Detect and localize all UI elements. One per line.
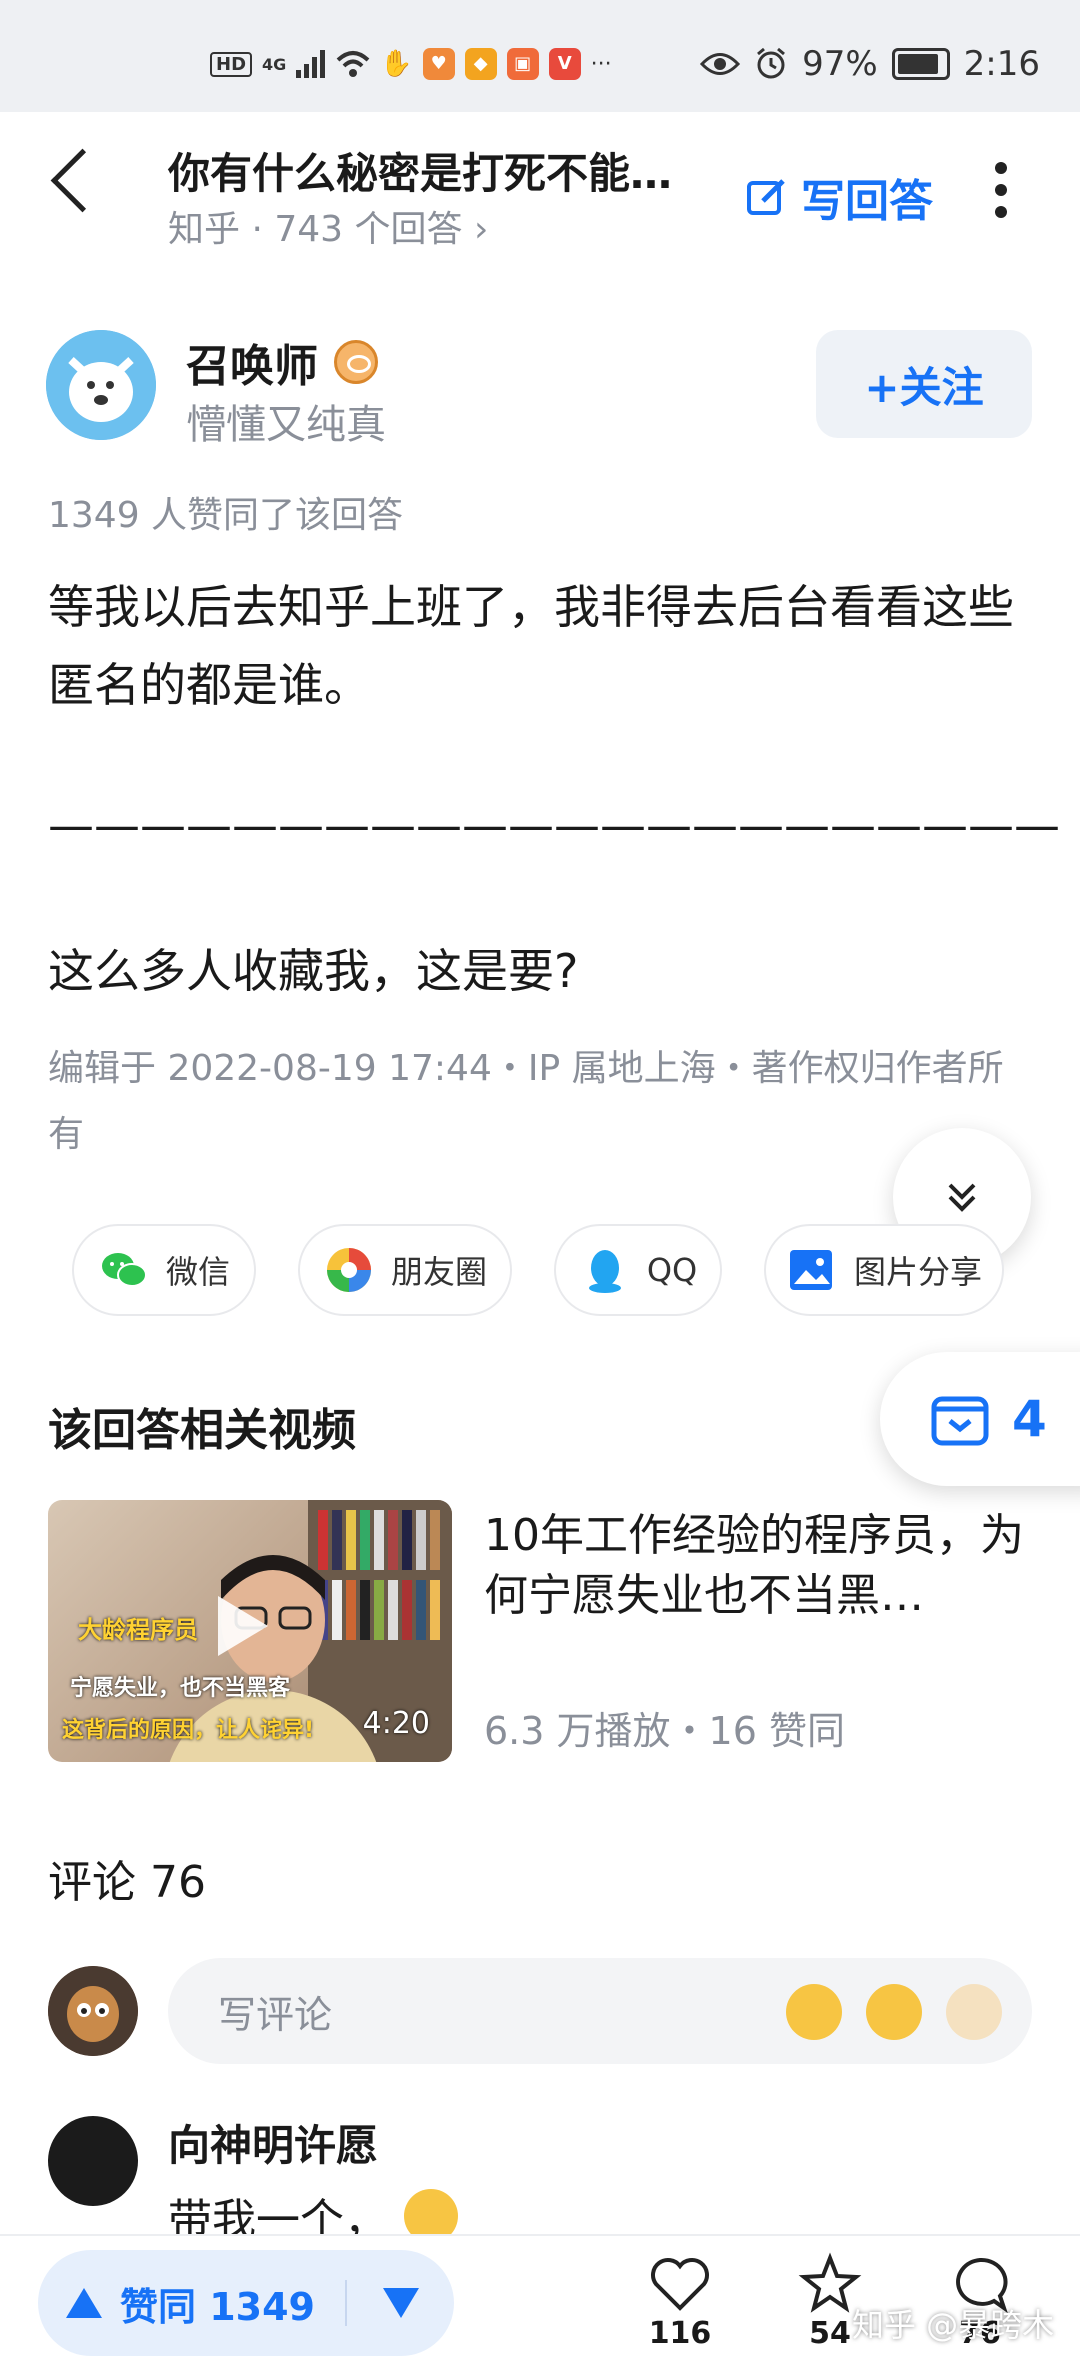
comment-avatar[interactable] xyxy=(48,2116,138,2206)
agree-count-line: 1349 人赞同了该回答 xyxy=(48,495,404,536)
video-duration: 4:20 xyxy=(362,1706,430,1741)
favorites-count: 4 xyxy=(1012,1390,1047,1448)
watermark: 知乎 @暴跨木 xyxy=(852,2306,1055,2344)
play-icon xyxy=(218,1596,268,1656)
upvote-button[interactable]: 赞同 1349 xyxy=(66,2276,315,2331)
answer-count: 743 个回答 xyxy=(274,209,463,250)
comment-author[interactable]: 向神明许愿 xyxy=(168,2112,378,2173)
source-label: 知乎 xyxy=(168,209,241,250)
moments-icon xyxy=(326,1248,371,1292)
my-avatar xyxy=(48,1966,138,2056)
thumb-caption: 大龄程序员 xyxy=(78,1616,198,1644)
answer-paragraph: 等我以后去知乎上班了，我非得去后台看看这些匿名的都是谁。 xyxy=(48,580,1014,712)
more-notifications-icon: ··· xyxy=(590,51,612,77)
alarm-icon xyxy=(757,47,786,79)
answer-paragraph: 这么多人收藏我，这是要? xyxy=(48,944,579,998)
app-notification-icon: ▣ xyxy=(506,48,539,80)
heart-icon xyxy=(651,2258,709,2311)
dog-emoji-icon[interactable] xyxy=(946,1984,1002,2040)
back-icon[interactable] xyxy=(50,148,115,213)
share-qq-button[interactable]: QQ xyxy=(554,1224,722,1316)
share-image-button[interactable]: 图片分享 xyxy=(764,1224,1004,1316)
author-avatar[interactable] xyxy=(46,330,156,440)
write-answer-button[interactable]: 写回答 xyxy=(745,165,933,229)
wechat-icon xyxy=(101,1253,147,1287)
follow-button[interactable]: +关注 xyxy=(816,330,1032,438)
comment-input[interactable]: 写评论 xyxy=(168,1958,1032,2064)
signal-icon xyxy=(296,50,326,78)
share-label: 朋友圈 xyxy=(390,1253,487,1291)
battery-percent: 97% xyxy=(802,44,878,84)
vote-divider xyxy=(345,2280,347,2326)
clock: 2:16 xyxy=(963,44,1040,84)
laugh-emoji-icon[interactable] xyxy=(786,1984,842,2040)
question-title[interactable]: 你有什么秘密是打死不能… xyxy=(168,140,672,201)
comment-placeholder: 写评论 xyxy=(218,1992,333,2037)
thumb-caption: 宁愿失业，也不当黑客 xyxy=(70,1676,291,1701)
edit-icon xyxy=(747,179,785,215)
app-notification-icon: ◆ xyxy=(464,48,497,80)
vote-control[interactable]: 赞同 1349 xyxy=(38,2250,454,2356)
eye-icon xyxy=(700,53,741,75)
upvote-label: 赞同 1349 xyxy=(120,2284,315,2329)
write-answer-label: 写回答 xyxy=(801,176,933,227)
author-name-text: 召唤师 xyxy=(186,341,318,392)
comments-header: 评论 76 xyxy=(48,1857,206,1908)
share-label: 微信 xyxy=(165,1253,230,1291)
like-button[interactable]: 116 xyxy=(630,2252,730,2351)
thumb-caption: 这背后的原因，让人诧异! xyxy=(62,1718,315,1743)
favorites-float-button[interactable]: 4 xyxy=(880,1352,1080,1486)
app-notification-icon: ♥ xyxy=(422,48,455,80)
upvote-icon xyxy=(66,2288,102,2318)
qq-icon xyxy=(588,1250,621,1293)
favorite-count: 54 xyxy=(809,2316,851,2351)
badge-icon xyxy=(334,340,378,384)
double-chevron-down-icon xyxy=(948,1183,976,1212)
network-icon: 4G xyxy=(262,54,287,74)
app-notification-icon: V xyxy=(548,48,581,80)
downvote-button[interactable] xyxy=(383,2288,419,2318)
hand-icon: ✋ xyxy=(380,49,413,79)
status-icons-right: 97% 2:16 xyxy=(700,44,1040,84)
favorites-box-icon xyxy=(931,1396,989,1446)
video-thumbnail[interactable]: 大龄程序员 宁愿失业，也不当黑客 这背后的原因，让人诧异! 4:20 xyxy=(48,1500,452,1762)
like-count: 116 xyxy=(648,2316,712,2351)
status-icons-left: HD 4G ✋ ♥ ◆ ▣ V ··· xyxy=(210,48,612,80)
video-meta: 6.3 万播放・16 赞同 xyxy=(484,1709,845,1753)
question-subtitle[interactable]: 知乎 · 743 个回答 › xyxy=(168,200,488,252)
image-share-icon xyxy=(789,1250,832,1290)
wifi-icon xyxy=(336,51,370,77)
share-label: 图片分享 xyxy=(853,1253,982,1291)
chevron-right-icon: › xyxy=(473,209,489,250)
share-label: QQ xyxy=(646,1251,698,1289)
share-moments-button[interactable]: 朋友圈 xyxy=(298,1224,512,1316)
related-videos-title: 该回答相关视频 xyxy=(48,1405,356,1456)
hd-icon: HD xyxy=(210,51,253,77)
author-name[interactable]: 召唤师 xyxy=(186,330,378,394)
author-bio: 懵懂又纯真 xyxy=(186,402,386,448)
answer-meta: 编辑于 2022-08-19 17:44・IP 属地上海・著作权归作者所有 xyxy=(48,1048,1004,1155)
battery-icon xyxy=(891,48,950,80)
video-title[interactable]: 10年工作经验的程序员，为何宁愿失业也不当黑… xyxy=(484,1506,1034,1626)
answer-divider-text: —————————————————————— xyxy=(48,798,1060,852)
share-wechat-button[interactable]: 微信 xyxy=(72,1224,256,1316)
more-options-icon[interactable] xyxy=(995,162,1009,228)
cry-emoji-icon[interactable] xyxy=(866,1984,922,2040)
